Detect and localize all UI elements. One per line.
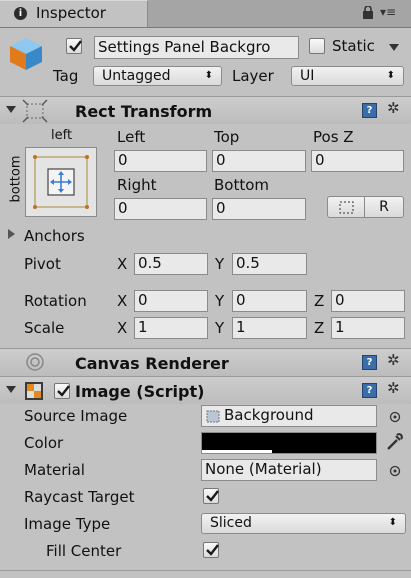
- bottom-separator: [0, 570, 411, 571]
- tag-dropdown[interactable]: Untagged ⬍: [93, 66, 222, 86]
- layer-value: UI: [300, 68, 315, 84]
- rect-transform-title: Rect Transform: [75, 102, 213, 121]
- lock-icon[interactable]: [363, 5, 373, 19]
- material-field[interactable]: None (Material): [201, 459, 377, 481]
- pivot-label: Pivot: [24, 255, 61, 273]
- layer-dropdown[interactable]: UI ⬍: [291, 66, 404, 86]
- rotation-z-input[interactable]: 0: [331, 290, 405, 312]
- image-enabled-checkbox[interactable]: [54, 383, 70, 399]
- gear-icon[interactable]: ✲: [387, 99, 400, 117]
- right-label: Right: [117, 176, 157, 194]
- tag-value: Untagged: [102, 68, 171, 84]
- pivot-x-input[interactable]: 0.5: [134, 253, 208, 275]
- scale-label: Scale: [24, 319, 65, 337]
- scale-y-label: Y: [215, 319, 225, 337]
- rotation-z-label: Z: [314, 292, 325, 310]
- tab-menu-icon[interactable]: ▾≡: [380, 5, 396, 19]
- pivot-x-label: X: [117, 255, 128, 273]
- eyedropper-icon[interactable]: [385, 432, 403, 452]
- left-input[interactable]: 0: [114, 150, 207, 172]
- fill-center-label: Fill Center: [46, 542, 122, 560]
- rotation-y-input[interactable]: 0: [232, 290, 307, 312]
- sprite-icon: [206, 410, 220, 423]
- raycast-target-checkbox[interactable]: [203, 488, 219, 504]
- updown-icon: ⬍: [386, 70, 395, 81]
- material-label: Material: [24, 461, 85, 479]
- color-label: Color: [24, 434, 64, 452]
- image-type-dropdown[interactable]: Sliced ⬍: [201, 513, 406, 534]
- rect-transform-icon: [22, 99, 48, 123]
- static-label: Static: [332, 37, 375, 55]
- help-icon[interactable]: ?: [362, 103, 377, 118]
- image-type-value: Sliced: [210, 515, 252, 531]
- object-picker-icon[interactable]: [389, 463, 401, 477]
- rotation-y-label: Y: [215, 292, 225, 310]
- source-image-field[interactable]: Background: [201, 405, 377, 427]
- tab-title: Inspector: [36, 4, 106, 22]
- rotation-x-input[interactable]: 0: [134, 290, 208, 312]
- canvas-renderer-title: Canvas Renderer: [75, 354, 229, 373]
- blueprint-mode-button[interactable]: [327, 196, 365, 218]
- source-image-value: Background: [224, 406, 314, 424]
- gear-icon[interactable]: ✲: [387, 351, 400, 369]
- tag-label: Tag: [53, 67, 79, 85]
- posz-label: Pos Z: [313, 128, 354, 146]
- anchors-foldout[interactable]: Anchors: [24, 227, 85, 245]
- gear-icon[interactable]: ✲: [387, 379, 400, 397]
- top-input[interactable]: 0: [212, 150, 306, 172]
- active-checkbox[interactable]: [66, 38, 82, 54]
- image-type-label: Image Type: [24, 515, 111, 533]
- static-dropdown-icon[interactable]: [389, 44, 399, 51]
- pivot-y-input[interactable]: 0.5: [232, 253, 307, 275]
- source-image-label: Source Image: [24, 407, 128, 425]
- object-picker-icon[interactable]: [389, 409, 401, 423]
- object-name-input[interactable]: Settings Panel Backgro: [94, 36, 299, 59]
- info-icon: i: [14, 7, 27, 20]
- gameobject-cube-icon: [8, 36, 44, 72]
- right-input[interactable]: 0: [114, 198, 207, 220]
- rotation-label: Rotation: [24, 292, 87, 310]
- anchor-presets-button[interactable]: [25, 147, 97, 217]
- bottom-input[interactable]: 0: [212, 198, 306, 220]
- tab-inspector[interactable]: i Inspector: [0, 0, 148, 27]
- anchor-vertical-label: bottom: [8, 155, 24, 203]
- help-icon[interactable]: ?: [362, 355, 377, 370]
- updown-icon: ⬍: [204, 70, 213, 81]
- left-label: Left: [117, 128, 146, 146]
- scale-z-label: Z: [314, 319, 325, 337]
- bottom-label: Bottom: [214, 176, 270, 194]
- scale-x-input[interactable]: 1: [134, 317, 208, 339]
- alpha-bar: [202, 450, 272, 453]
- foldout-expanded-icon[interactable]: [6, 386, 16, 393]
- scale-z-input[interactable]: 1: [331, 317, 405, 339]
- top-label: Top: [214, 128, 240, 146]
- pivot-y-label: Y: [215, 255, 225, 273]
- help-icon[interactable]: ?: [362, 383, 377, 398]
- updown-icon: ⬍: [388, 517, 397, 528]
- image-component-icon: [24, 381, 44, 401]
- foldout-expanded-icon[interactable]: [6, 106, 16, 113]
- image-component-title: Image (Script): [75, 382, 205, 401]
- scale-y-input[interactable]: 1: [232, 317, 307, 339]
- scale-x-label: X: [117, 319, 128, 337]
- anchor-horizontal-label: left: [51, 128, 73, 143]
- raycast-target-label: Raycast Target: [24, 488, 135, 506]
- canvas-renderer-icon: [24, 352, 46, 372]
- rotation-x-label: X: [117, 292, 128, 310]
- fill-center-checkbox[interactable]: [203, 542, 219, 558]
- layer-label: Layer: [232, 67, 274, 85]
- posz-input[interactable]: 0: [311, 150, 404, 172]
- color-field[interactable]: [201, 432, 377, 454]
- foldout-collapsed-icon[interactable]: [8, 229, 15, 239]
- raw-edit-button[interactable]: R: [364, 196, 404, 218]
- static-checkbox[interactable]: [309, 38, 325, 54]
